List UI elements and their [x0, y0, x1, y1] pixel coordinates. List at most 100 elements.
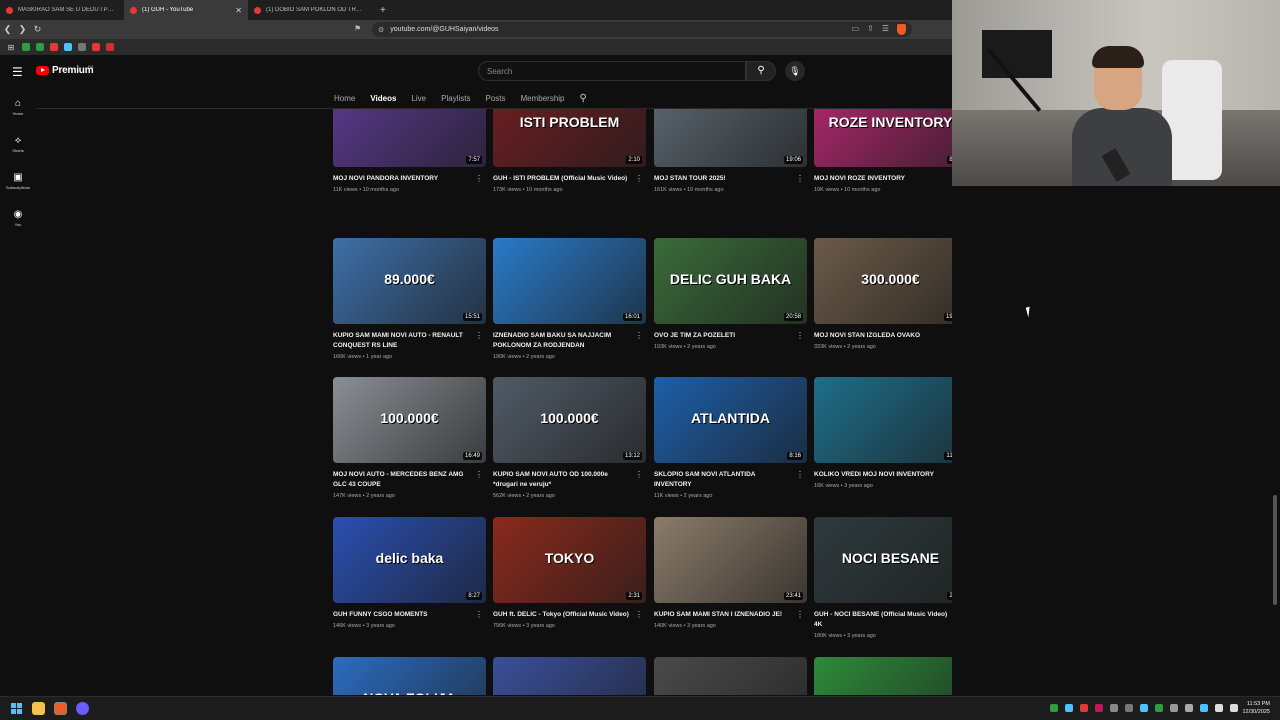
more-actions-icon[interactable]: ⋮	[796, 331, 804, 340]
search-button[interactable]: ⚲	[746, 61, 776, 81]
voice-search-button[interactable]: 🎙	[785, 61, 805, 81]
video-thumbnail[interactable]: 300.000€19:10	[814, 238, 967, 324]
video-thumbnail[interactable]: NOVA FOLIJA	[333, 657, 486, 695]
video-title[interactable]: MOJ NOVI ROZE INVENTORY	[814, 174, 967, 184]
video-thumbnail[interactable]: 100.000€ 16:49	[333, 377, 486, 463]
extensions-icon[interactable]: ☰	[882, 24, 889, 35]
hamburger-menu-icon[interactable]: ☰	[12, 65, 23, 79]
cast-icon[interactable]: ▭	[852, 24, 860, 35]
tray-icon[interactable]	[1050, 704, 1058, 712]
network-icon[interactable]	[1215, 704, 1223, 712]
video-title[interactable]: GUH - ISTI PROBLEM (Official Music Video…	[493, 174, 646, 184]
more-actions-icon[interactable]: ⋮	[796, 470, 804, 479]
video-thumbnail[interactable]: NOCI BESANE2:54	[814, 517, 967, 603]
video-thumbnail[interactable]: ROZE INVENTORY8:21	[814, 109, 967, 167]
video-card[interactable]: 7:57 MOJ NOVI PANDORA INVENTORY ⋮ 11K views…	[333, 109, 486, 193]
brave-browser-icon[interactable]	[54, 702, 67, 715]
tab-posts[interactable]: Posts	[485, 94, 505, 103]
more-actions-icon[interactable]: ⋮	[796, 174, 804, 183]
video-title[interactable]: GUH ft. DELIC - Tokyo (Official Music Vi…	[493, 610, 646, 620]
file-explorer-icon[interactable]	[32, 702, 45, 715]
channel-search-icon[interactable]: ⚲	[580, 93, 587, 104]
bookmark-sheets-icon[interactable]	[22, 43, 30, 51]
video-thumbnail[interactable]: ATLANTIDA 8:16	[654, 377, 807, 463]
video-title[interactable]: OVO JE TIM ZA POZELETI	[654, 331, 807, 341]
tab-membership[interactable]: Membership	[520, 94, 564, 103]
video-title[interactable]: MOJ NOVI PANDORA INVENTORY	[333, 174, 486, 184]
tray-icon[interactable]	[1095, 704, 1103, 712]
tray-icon[interactable]	[1110, 704, 1118, 712]
video-thumbnail[interactable]	[654, 657, 807, 695]
new-tab-button[interactable]: +	[380, 5, 386, 16]
video-title[interactable]: IZNENADIO SAM BAKU SA NAJJACIM POKLONOM …	[493, 331, 646, 351]
tray-icon[interactable]	[1065, 704, 1073, 712]
video-card[interactable]: DELIC GUH BAKA 20:58 OVO JE TIM ZA POZELET…	[654, 238, 807, 350]
more-actions-icon[interactable]: ⋮	[635, 610, 643, 619]
taskbar-clock[interactable]: 11:53 PM 12/30/2025	[1242, 700, 1270, 716]
video-title[interactable]: KUPIO SAM NOVI AUTO OD 100.000e *drugari…	[493, 470, 646, 490]
browser-tab-active[interactable]: (1) GUH - YouTube ✕	[124, 0, 248, 20]
close-tab-icon[interactable]: ✕	[235, 6, 242, 15]
tray-icon[interactable]	[1170, 704, 1178, 712]
video-title[interactable]: GUH FUNNY CSGO MOMENTS	[333, 610, 486, 620]
tray-icon[interactable]	[1125, 704, 1133, 712]
brave-shield-icon[interactable]	[897, 24, 906, 35]
tray-icon[interactable]	[1155, 704, 1163, 712]
share-icon[interactable]: ⇪	[867, 24, 874, 35]
video-title[interactable]: MOJ STAN TOUR 2025!	[654, 174, 807, 184]
tab-videos[interactable]: Videos	[370, 94, 396, 103]
apps-grid-icon[interactable]: ⊞	[6, 43, 16, 52]
bookmark-youtube-icon[interactable]	[92, 43, 100, 51]
video-title[interactable]: MOJ NOVI STAN IZGLEDA OVAKO	[814, 331, 967, 341]
bookmark-gmail-icon[interactable]	[106, 43, 114, 51]
video-card[interactable]: ISTI PROBLEM 2:10 GUH - ISTI PROBLEM (Offi…	[493, 109, 646, 193]
video-thumbnail[interactable]: 100.000€ 13:12	[493, 377, 646, 463]
video-card[interactable]: delic baka 8:27 GUH FUNNY CSGO MOMENTS ⋮ 146…	[333, 517, 486, 629]
video-title[interactable]: GUH - NOCI BESANE (Official Music Video)…	[814, 610, 967, 630]
video-title[interactable]: MOJ NOVI AUTO - MERCEDES BENZ AMG GLC 43…	[333, 470, 486, 490]
video-card[interactable]: 89.000€ 15:51 KUPIO SAM MAMI NOVI AUTO - R…	[333, 238, 486, 360]
bookmark-icon[interactable]: ⚑	[354, 24, 361, 33]
video-card[interactable]: NOCI BESANE2:54 GUH - NOCI BESANE (Offici…	[814, 517, 967, 639]
video-thumbnail[interactable]: ISTI PROBLEM 2:10	[493, 109, 646, 167]
tray-icon[interactable]	[1200, 704, 1208, 712]
video-card[interactable]: ROZE INVENTORY8:21 MOJ NOVI ROZE INVENTOR…	[814, 109, 967, 193]
site-info-icon[interactable]: ⚙	[378, 26, 384, 34]
video-thumbnail[interactable]: 19:06	[654, 109, 807, 167]
browser-tab[interactable]: (1) DOBIO SAM POKLON OD TROVA...	[248, 0, 372, 20]
video-card[interactable]: 11:31KOLIKO VREDI MOJ NOVI INVENTORY⋮16K…	[814, 377, 967, 489]
tray-icon[interactable]	[1140, 704, 1148, 712]
tab-home[interactable]: Home	[334, 94, 355, 103]
bookmark-twitter-icon[interactable]	[64, 43, 72, 51]
video-thumbnail[interactable]: DELIC GUH BAKA 20:58	[654, 238, 807, 324]
sidebar-item-subscriptions[interactable]: ▣ Subscriptions	[0, 162, 36, 199]
video-thumbnail[interactable]: 23:41	[654, 517, 807, 603]
windows-start-icon[interactable]	[11, 703, 22, 714]
video-title[interactable]: KOLIKO VREDI MOJ NOVI INVENTORY	[814, 470, 967, 480]
url-field[interactable]: ⚙ youtube.com/@GUHSaiyan/videos	[372, 22, 912, 37]
video-title[interactable]: KUPIO SAM MAMI STAN I IZNENADIO JE!	[654, 610, 807, 620]
video-thumbnail[interactable]: 89.000€ 15:51	[333, 238, 486, 324]
sidebar-item-home[interactable]: ⌂ Home	[0, 88, 36, 125]
video-card[interactable]: 300.000€19:10 MOJ NOVI STAN IZGLEDA OVAKO…	[814, 238, 967, 350]
video-thumbnail[interactable]: TOKYO 2:31	[493, 517, 646, 603]
sidebar-item-shorts[interactable]: ⟡ Shorts	[0, 125, 36, 162]
messenger-icon[interactable]	[76, 702, 89, 715]
video-thumbnail[interactable]: 7:57	[333, 109, 486, 167]
video-card[interactable]	[814, 657, 967, 695]
more-actions-icon[interactable]: ⋮	[796, 610, 804, 619]
browser-tab[interactable]: MASKIRAO SAM SE U DEDU I PRENI...	[0, 0, 124, 20]
video-card[interactable]	[493, 657, 646, 695]
video-title[interactable]: SKLOPIO SAM NOVI ATLANTIDA INVENTORY	[654, 470, 807, 490]
more-actions-icon[interactable]: ⋮	[475, 331, 483, 340]
video-card[interactable]: 19:06 MOJ STAN TOUR 2025! ⋮ 161K views • 10…	[654, 109, 807, 193]
reload-icon[interactable]: ↻	[30, 24, 45, 35]
tray-icon[interactable]	[1080, 704, 1088, 712]
video-card[interactable]	[654, 657, 807, 695]
video-card[interactable]: 100.000€ 16:49 MOJ NOVI AUTO - MERCEDES BE…	[333, 377, 486, 499]
video-title[interactable]: KUPIO SAM MAMI NOVI AUTO - RENAULT CONQU…	[333, 331, 486, 351]
video-card[interactable]: TOKYO 2:31 GUH ft. DELIC - Tokyo (Official…	[493, 517, 646, 629]
video-thumbnail[interactable]: 11:31	[814, 377, 967, 463]
forward-icon[interactable]: ❯	[15, 24, 30, 35]
more-actions-icon[interactable]: ⋮	[475, 470, 483, 479]
